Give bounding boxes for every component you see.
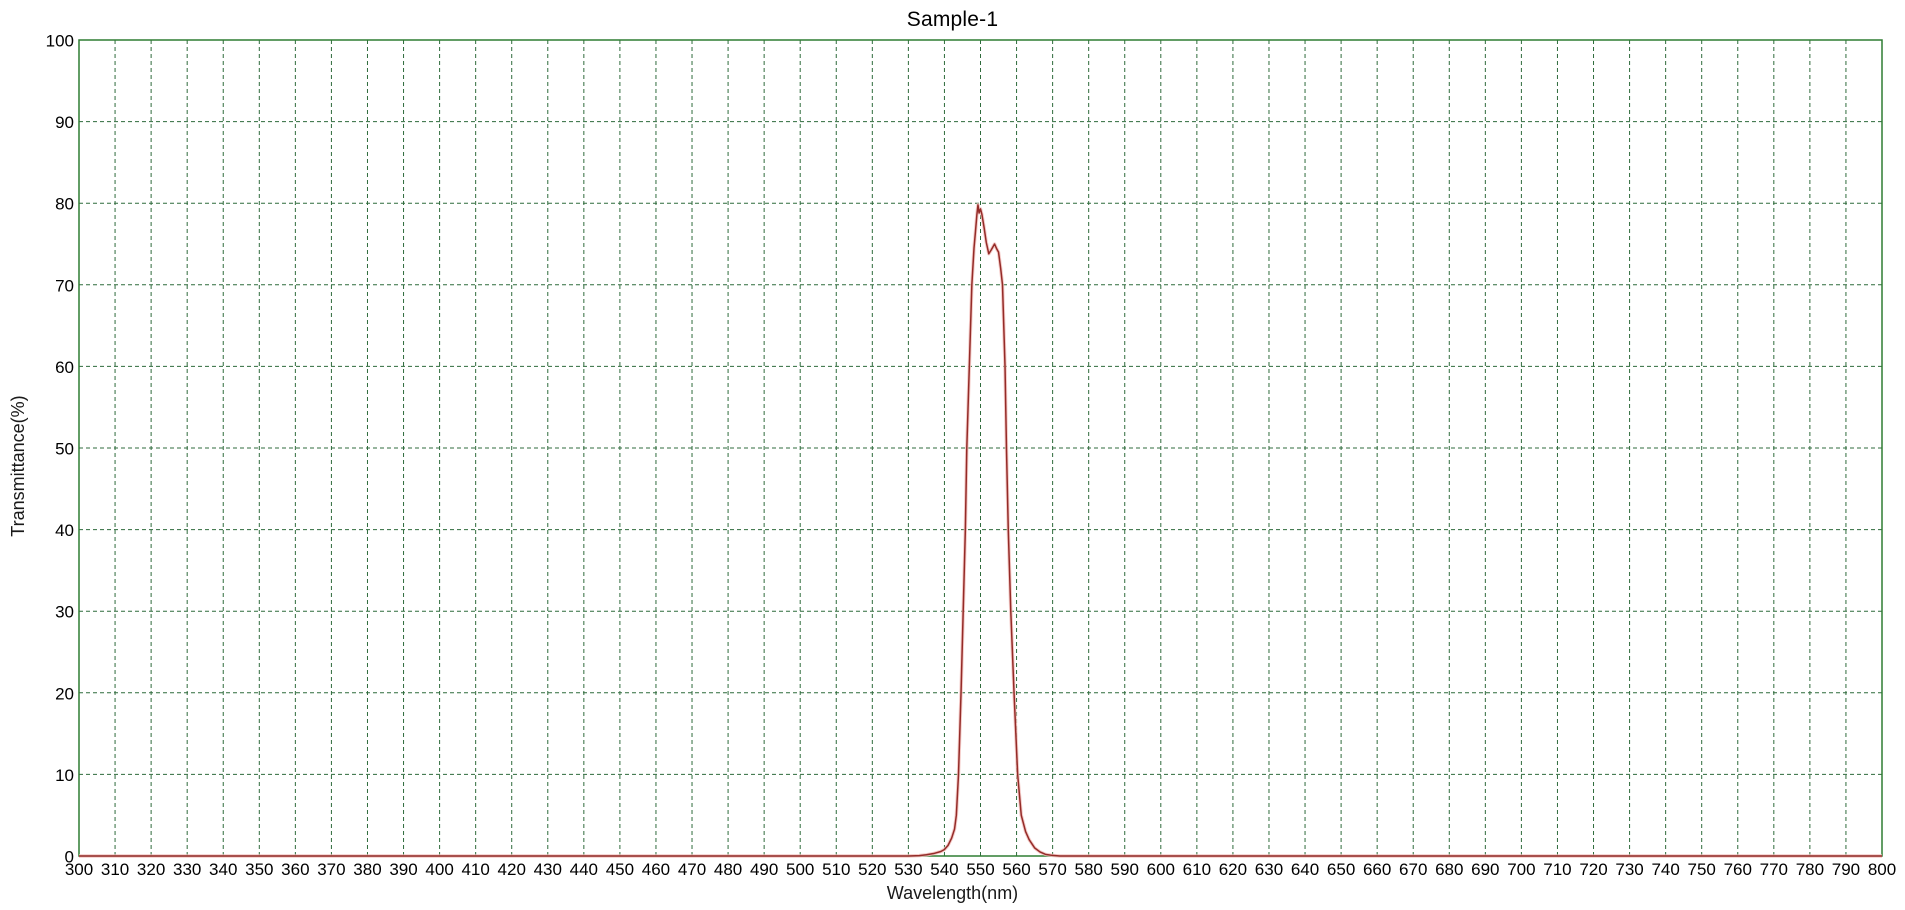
x-tick-label: 720 <box>1579 860 1607 879</box>
chart-container: Sample-1 3003103203303403503603703803904… <box>0 0 1905 910</box>
y-tick-label: 90 <box>55 113 74 132</box>
x-tick-label: 340 <box>209 860 237 879</box>
y-tick-label: 30 <box>55 603 74 622</box>
plot-area: 3003103203303403503603703803904004104204… <box>0 0 1905 910</box>
x-tick-label: 370 <box>317 860 345 879</box>
x-tick-label: 380 <box>353 860 381 879</box>
x-tick-label: 500 <box>786 860 814 879</box>
y-tick-label: 20 <box>55 684 74 703</box>
x-tick-label: 740 <box>1651 860 1679 879</box>
y-tick-label: 70 <box>55 276 74 295</box>
x-tick-label: 690 <box>1471 860 1499 879</box>
x-tick-label: 600 <box>1147 860 1175 879</box>
y-tick-label: 80 <box>55 195 74 214</box>
y-tick-label: 100 <box>46 32 74 51</box>
x-tick-label: 520 <box>858 860 886 879</box>
x-axis-label: Wavelength(nm) <box>0 883 1905 904</box>
x-tick-label: 470 <box>678 860 706 879</box>
x-tick-label: 460 <box>642 860 670 879</box>
x-tick-label: 410 <box>461 860 489 879</box>
x-tick-label: 580 <box>1074 860 1102 879</box>
x-tick-label: 450 <box>606 860 634 879</box>
y-tick-label: 0 <box>65 848 74 867</box>
x-tick-label: 770 <box>1760 860 1788 879</box>
y-tick-label: 60 <box>55 358 74 377</box>
x-tick-label: 570 <box>1038 860 1066 879</box>
x-tick-label: 540 <box>930 860 958 879</box>
y-tick-label: 10 <box>55 766 74 785</box>
x-tick-label: 590 <box>1111 860 1139 879</box>
x-tick-label: 800 <box>1868 860 1896 879</box>
x-tick-label: 650 <box>1327 860 1355 879</box>
x-tick-label: 760 <box>1724 860 1752 879</box>
x-tick-label: 790 <box>1832 860 1860 879</box>
x-tick-label: 420 <box>498 860 526 879</box>
x-tick-label: 530 <box>894 860 922 879</box>
x-tick-label: 660 <box>1363 860 1391 879</box>
x-tick-label: 440 <box>570 860 598 879</box>
x-tick-label: 680 <box>1435 860 1463 879</box>
x-tick-label: 550 <box>966 860 994 879</box>
x-tick-label: 330 <box>173 860 201 879</box>
x-tick-label: 670 <box>1399 860 1427 879</box>
x-tick-label: 490 <box>750 860 778 879</box>
x-tick-label: 320 <box>137 860 165 879</box>
x-tick-label: 610 <box>1183 860 1211 879</box>
x-tick-label: 430 <box>534 860 562 879</box>
x-tick-label: 630 <box>1255 860 1283 879</box>
x-tick-label: 310 <box>101 860 129 879</box>
x-tick-label: 480 <box>714 860 742 879</box>
x-tick-label: 390 <box>389 860 417 879</box>
x-tick-label: 350 <box>245 860 273 879</box>
x-tick-label: 780 <box>1796 860 1824 879</box>
x-tick-label: 750 <box>1688 860 1716 879</box>
x-tick-label: 400 <box>425 860 453 879</box>
x-tick-label: 710 <box>1543 860 1571 879</box>
x-tick-label: 640 <box>1291 860 1319 879</box>
x-tick-label: 620 <box>1219 860 1247 879</box>
x-tick-label: 730 <box>1615 860 1643 879</box>
x-tick-label: 700 <box>1507 860 1535 879</box>
y-tick-label: 50 <box>55 440 74 459</box>
x-tick-label: 560 <box>1002 860 1030 879</box>
x-tick-label: 510 <box>822 860 850 879</box>
y-tick-label: 40 <box>55 521 74 540</box>
x-tick-label: 360 <box>281 860 309 879</box>
y-axis-label: Transmittance(%) <box>8 366 30 566</box>
